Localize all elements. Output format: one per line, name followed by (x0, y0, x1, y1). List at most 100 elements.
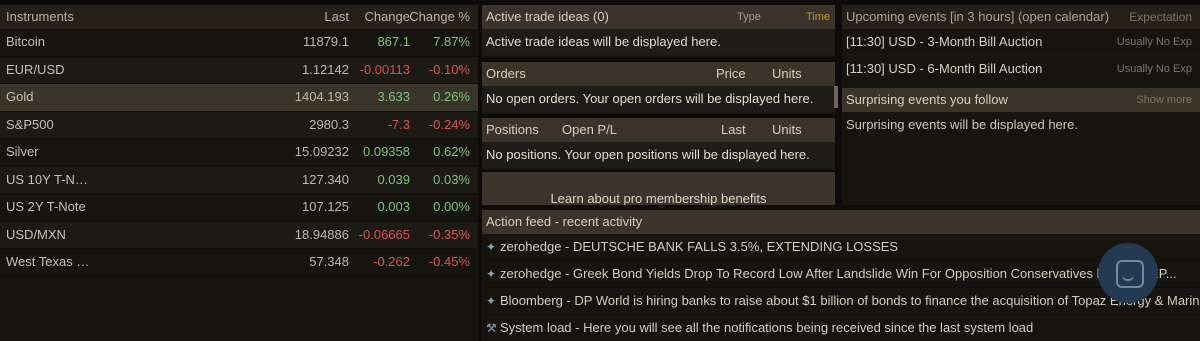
instrument-last: 1.12142 (302, 61, 349, 77)
instrument-last: 127.340 (302, 171, 349, 187)
instrument-change: 0.09358 (363, 144, 410, 159)
instrument-change-pct: -0.24% (428, 116, 470, 132)
instrument-row[interactable]: Gold 1404.193 3.633 0.26% (0, 84, 478, 112)
instrument-last: 57.348 (309, 254, 349, 269)
event-label: [11:30] USD - 3-Month Bill Auction (846, 34, 1043, 49)
instrument-name: EUR/USD (6, 61, 65, 77)
col-change-pct[interactable]: Change % (409, 5, 470, 29)
col-units[interactable]: Units (772, 62, 802, 86)
orders-empty: No open orders. Your open orders will be… (482, 86, 835, 113)
positions-panel: Positions Open P/L Last Units No positio… (482, 118, 835, 170)
instrument-name: Gold (6, 89, 34, 104)
instrument-last: 11879.1 (302, 34, 349, 49)
events-title[interactable]: Upcoming events [in 3 hours] (open calen… (846, 9, 1109, 24)
instrument-name: S&P500 (6, 116, 54, 132)
surprising-events-empty: Surprising events will be displayed here… (842, 112, 1200, 139)
instrument-row[interactable]: US 10Y T-N… 127.340 0.039 0.03% (0, 166, 478, 194)
col-price[interactable]: Price (716, 62, 746, 86)
instrument-change: 867.1 (377, 34, 410, 49)
col-last[interactable]: Last (324, 5, 349, 29)
feed-item[interactable]: ✦ zerohedge - Greek Bond Yields Drop To R… (482, 261, 1200, 288)
scrollbar[interactable] (834, 86, 838, 108)
col-units[interactable]: Units (772, 118, 802, 142)
instrument-change-pct: 0.62% (433, 144, 470, 159)
instrument-change: 0.003 (377, 199, 410, 214)
instrument-change: -7.3 (387, 116, 410, 132)
trade-ideas-panel: Active trade ideas (0) Type Time Active … (482, 5, 835, 57)
twitter-icon: ✦ (486, 294, 497, 308)
trade-ideas-header: Active trade ideas (0) Type Time (482, 5, 835, 29)
instrument-row[interactable]: Bitcoin 11879.1 867.1 7.87% (0, 29, 478, 57)
event-expectation: Usually No Exp (1116, 36, 1192, 48)
col-open-pl[interactable]: Open P/L (562, 118, 617, 142)
col-expectation: Expectation (1129, 10, 1192, 24)
trade-ideas-empty: Active trade ideas will be displayed her… (482, 29, 835, 56)
events-header: Upcoming events [in 3 hours] (open calen… (842, 5, 1200, 29)
instruments-list: Bitcoin 11879.1 867.1 7.87% EUR/USD 1.12142 -0… (0, 29, 478, 277)
orders-header: Orders Price Units (482, 62, 835, 86)
instrument-change-pct: 0.26% (433, 89, 470, 104)
instrument-last: 15.09232 (294, 144, 349, 159)
instrument-change: 0.039 (377, 171, 410, 187)
instrument-change-pct: -0.10% (428, 61, 470, 77)
events-list: [11:30] USD - 3-Month Bill Auction Usuall… (842, 29, 1200, 83)
surprising-events-header: Surprising events you follow Show more (842, 88, 1200, 112)
instrument-row[interactable]: Silver 15.09232 0.09358 0.62% (0, 139, 478, 167)
orders-panel: Orders Price Units No open orders. Your … (482, 62, 835, 114)
col-change[interactable]: Change (364, 5, 410, 29)
chat-button[interactable] (1098, 243, 1158, 303)
show-more-link[interactable]: Show more (1136, 88, 1192, 112)
instrument-name: US 10Y T-N… (6, 171, 88, 187)
positions-title: Positions (486, 122, 539, 137)
feed-item-text: zerohedge - DEUTSCHE BANK FALLS 3.5%, EX… (500, 239, 899, 254)
twitter-icon: ✦ (486, 267, 497, 281)
twitter-icon: ✦ (486, 240, 497, 254)
instrument-name: Bitcoin (6, 34, 46, 49)
instrument-name: West Texas … (6, 254, 90, 269)
event-row[interactable]: [11:30] USD - 3-Month Bill Auction Usuall… (842, 29, 1200, 56)
instruments-panel: Instruments Last Change Change % Bitcoin… (0, 5, 478, 341)
event-row[interactable]: [11:30] USD - 6-Month Bill Auction Usuall… (842, 56, 1200, 83)
instrument-last: 2980.3 (309, 116, 349, 132)
instrument-change: 3.633 (377, 89, 410, 104)
instrument-name: US 2Y T-Note (6, 199, 86, 214)
feed-item[interactable]: ✦ Bloomberg - DP World is hiring banks to… (482, 288, 1200, 315)
positions-header: Positions Open P/L Last Units (482, 118, 835, 142)
action-feed-title: Action feed - recent activity (486, 214, 643, 229)
tools-icon: ⚒ (486, 321, 497, 335)
col-instruments[interactable]: Instruments (6, 5, 74, 29)
instrument-row[interactable]: US 2Y T-Note 107.125 0.003 0.00% (0, 194, 478, 222)
event-label: [11:30] USD - 6-Month Bill Auction (846, 61, 1043, 76)
instrument-change: -0.262 (373, 254, 410, 269)
feed-item-text: Bloomberg - DP World is hiring banks to … (500, 293, 1200, 308)
instrument-change-pct: -0.45% (428, 254, 470, 269)
surprising-events-panel: Surprising events you follow Show more S… (842, 88, 1200, 205)
events-panel: Upcoming events [in 3 hours] (open calen… (842, 5, 1200, 88)
action-feed-header: Action feed - recent activity (482, 210, 1200, 234)
trade-ideas-title[interactable]: Active trade ideas (0) (486, 9, 609, 24)
instrument-change-pct: 0.00% (433, 199, 470, 214)
instrument-row[interactable]: West Texas … 57.348 -0.262 -0.45% (0, 249, 478, 277)
col-last[interactable]: Last (721, 118, 746, 142)
feed-item[interactable]: ⚒ System load - Here you will see all the… (482, 315, 1200, 341)
surprising-events-title: Surprising events you follow (846, 92, 1008, 107)
instrument-change-pct: 0.03% (433, 171, 470, 187)
feed-item-text: System load - Here you will see all the … (500, 320, 1034, 335)
instrument-row[interactable]: S&P500 2980.3 -7.3 -0.24% (0, 111, 478, 139)
col-time[interactable]: Time (806, 5, 830, 29)
orders-title: Orders (486, 66, 526, 81)
col-type[interactable]: Type (737, 5, 761, 29)
instrument-name: Silver (6, 144, 39, 159)
instrument-last: 18.94886 (294, 226, 349, 242)
instruments-header: Instruments Last Change Change % (0, 5, 478, 29)
instrument-change-pct: -0.35% (428, 226, 470, 242)
instrument-last: 1404.193 (294, 89, 349, 104)
pro-membership-link[interactable]: Learn about pro membership benefits (482, 172, 835, 205)
instrument-row[interactable]: EUR/USD 1.12142 -0.00113 -0.10% (0, 56, 478, 84)
feed-item[interactable]: ✦ zerohedge - DEUTSCHE BANK FALLS 3.5%, E… (482, 234, 1200, 261)
instrument-row[interactable]: USD/MXN 18.94886 -0.06665 -0.35% (0, 221, 478, 249)
action-feed-panel: Action feed - recent activity ✦ zerohedge… (482, 210, 1200, 341)
instrument-name: USD/MXN (6, 226, 66, 242)
event-expectation: Usually No Exp (1116, 63, 1192, 75)
positions-empty: No positions. Your open positions will b… (482, 142, 835, 169)
